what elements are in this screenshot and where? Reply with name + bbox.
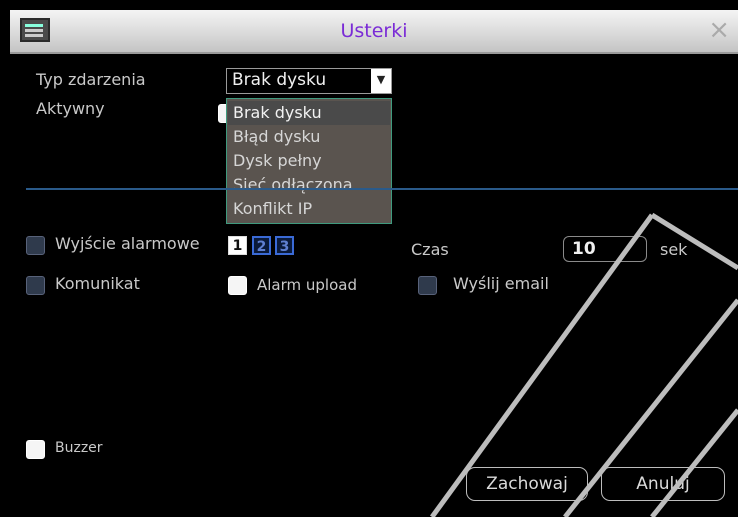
overlay-line-1: [429, 213, 655, 517]
diagonal-stripes-overlay: [429, 212, 738, 517]
overlay-line-3: [563, 298, 738, 517]
overlay-line-4: [650, 408, 738, 517]
usterki-dialog: Usterki × Typ zdarzenia Brak dysku ▼ Akt…: [0, 0, 738, 517]
overlay-line-2: [650, 212, 738, 271]
